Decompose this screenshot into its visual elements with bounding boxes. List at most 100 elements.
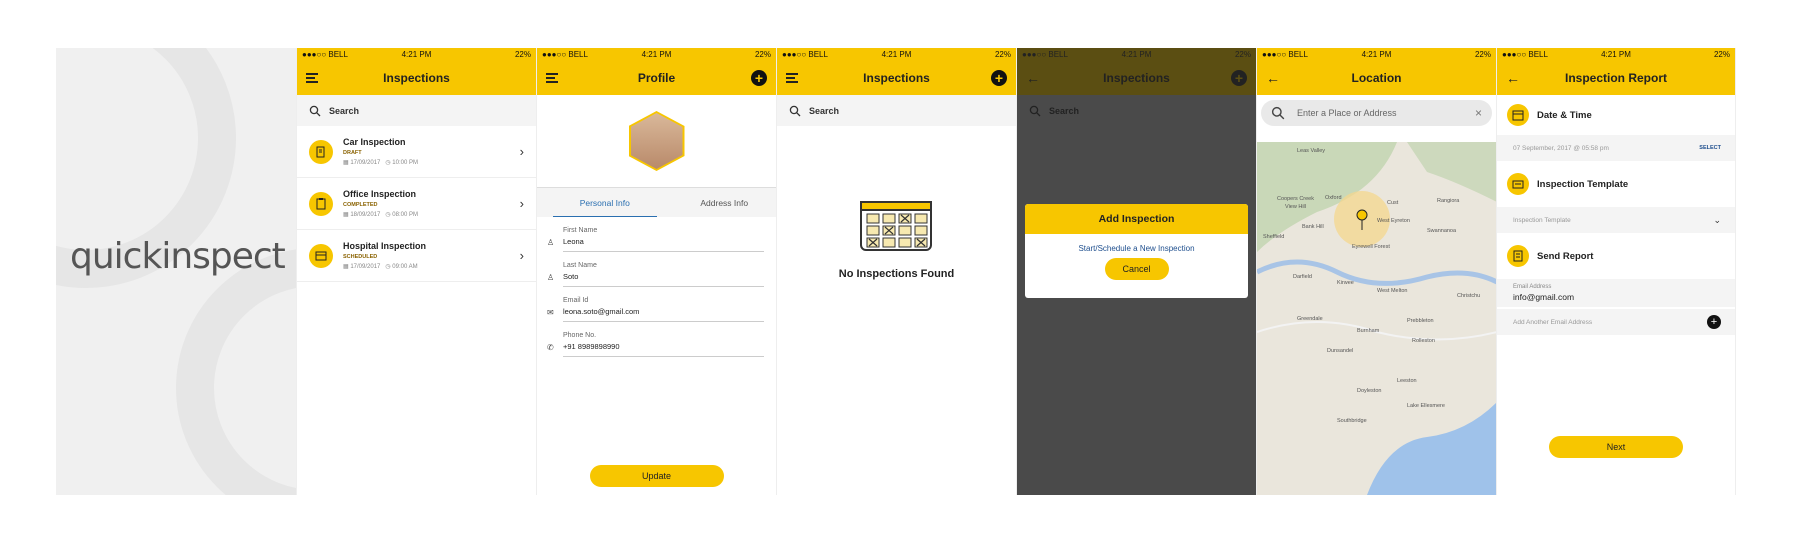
page-title: Inspection Report: [1564, 71, 1667, 85]
chevron-right-icon: ›: [519, 144, 524, 159]
search-icon: [789, 105, 801, 116]
header: ← Inspection Report: [1497, 61, 1735, 95]
map-label: Dunsandel: [1327, 348, 1353, 354]
map-label: Bank Hill: [1302, 224, 1324, 230]
map-label: Darfield: [1293, 274, 1312, 280]
email-field[interactable]: ✉ Email Id leona.soto@gmail.com: [537, 287, 776, 322]
search-input[interactable]: Search: [1017, 95, 1256, 126]
add-inspection-modal-screen: ●●●○○ BELL 4:21 PM 22% ← Inspections + Sea…: [1016, 48, 1256, 495]
menu-icon[interactable]: [306, 70, 322, 86]
header: Inspections: [297, 61, 536, 95]
map-label: Doyleston: [1357, 388, 1381, 394]
search-icon: [1029, 105, 1041, 116]
page-title: Inspections: [1103, 71, 1170, 85]
mail-icon: ✉: [547, 308, 554, 317]
calendar-icon: [1507, 104, 1529, 126]
header: Inspections +: [777, 61, 1016, 95]
last-name-field[interactable]: ♙ Last Name Soto: [537, 252, 776, 287]
header: ← Location: [1257, 61, 1496, 95]
page-title: Inspections: [863, 71, 930, 85]
search-input[interactable]: Search: [777, 95, 1016, 126]
map-label: Swannanoa: [1427, 228, 1457, 234]
avatar[interactable]: [537, 95, 776, 187]
add-email-row[interactable]: Add Another Email Address +: [1497, 309, 1735, 335]
search-icon: [309, 105, 321, 116]
start-inspection-link[interactable]: Start/Schedule a New Inspection: [1025, 244, 1248, 253]
map-label: Lake Ellesmere: [1407, 403, 1445, 409]
add-icon[interactable]: +: [1707, 315, 1721, 329]
map-view[interactable]: Leas Valley Coopers Creek View Hill Oxfo…: [1257, 142, 1496, 495]
inspection-template-select[interactable]: Inspection Template ⌄: [1497, 207, 1735, 233]
office-inspection-icon: [309, 191, 333, 216]
splash-logo-panel: quickinspect: [56, 48, 296, 495]
background-swirl: [176, 248, 296, 495]
template-icon: [1507, 173, 1529, 195]
next-button[interactable]: Next: [1549, 436, 1683, 458]
chevron-down-icon: ⌄: [1713, 214, 1721, 225]
phone-icon: ✆: [547, 343, 554, 352]
status-bar: ●●●○○ BELL 4:21 PM 22%: [777, 48, 1016, 61]
empty-inspections-screen: ●●●○○ BELL 4:21 PM 22% Inspections + Searc…: [776, 48, 1016, 495]
back-arrow-icon[interactable]: ←: [1506, 70, 1522, 86]
tab-address-info[interactable]: Address Info: [673, 188, 777, 217]
list-item[interactable]: Office Inspection COMPLETED ▦ 18/09/2017…: [297, 178, 536, 230]
place-search-input[interactable]: Enter a Place or Address ×: [1261, 100, 1492, 126]
date-time-section: Date & Time: [1497, 95, 1735, 135]
menu-icon[interactable]: [786, 70, 802, 86]
date-value-row[interactable]: 07 September, 2017 @ 05:58 pm SELECT: [1497, 135, 1735, 161]
status-bar: ●●●○○ BELL 4:21 PM 22%: [1017, 48, 1256, 61]
email-field[interactable]: Email Address info@gmail.com: [1497, 279, 1735, 307]
add-icon[interactable]: +: [991, 70, 1007, 86]
status-bar: ●●●○○ BELL 4:21 PM 22%: [537, 48, 776, 61]
clear-icon[interactable]: ×: [1475, 106, 1482, 120]
status-bar: ●●●○○ BELL 4:21 PM 22%: [1257, 48, 1496, 61]
search-input[interactable]: Search: [297, 95, 536, 126]
map-label: Burnham: [1357, 328, 1380, 334]
add-icon[interactable]: +: [751, 70, 767, 86]
cancel-button[interactable]: Cancel: [1104, 258, 1169, 280]
inspection-report-screen: ●●●○○ BELL 4:21 PM 22% ← Inspection Report…: [1496, 48, 1736, 495]
map-label: Oxford: [1325, 195, 1342, 201]
map-label: Cust: [1387, 200, 1399, 206]
map-label: Coopers Creek: [1277, 196, 1314, 202]
map-label: Prebbleton: [1407, 318, 1434, 324]
inspections-screen: ●●●○○ BELL 4:21 PM 22% Inspections Search …: [296, 48, 536, 495]
list-item[interactable]: Car Inspection DRAFT ▦ 17/09/2017 ◷ 10:0…: [297, 126, 536, 178]
update-button[interactable]: Update: [589, 465, 724, 487]
first-name-field[interactable]: ♙ First Name Leona: [537, 217, 776, 252]
add-icon[interactable]: +: [1231, 70, 1247, 86]
report-icon: [1507, 245, 1529, 267]
header: ← Inspections +: [1017, 61, 1256, 95]
select-date-link[interactable]: SELECT: [1699, 145, 1721, 151]
car-inspection-icon: [309, 139, 333, 164]
profile-screen: ●●●○○ BELL 4:21 PM 22% Profile + Personal …: [536, 48, 776, 495]
chevron-right-icon: ›: [519, 196, 524, 211]
map-label: Southbridge: [1337, 418, 1367, 424]
status-bar: ●●●○○ BELL 4:21 PM 22%: [297, 48, 536, 61]
add-inspection-dialog: Add Inspection Start/Schedule a New Insp…: [1025, 204, 1248, 298]
tab-personal-info[interactable]: Personal Info: [553, 188, 657, 217]
quickinspect-logo: quickinspect: [70, 236, 286, 277]
empty-state-text: No Inspections Found: [838, 268, 955, 280]
page-title: Profile: [637, 71, 676, 85]
status-bar: ●●●○○ BELL 4:21 PM 22%: [1497, 48, 1735, 61]
map-label: Rolleston: [1412, 338, 1435, 344]
hospital-inspection-icon: [309, 243, 333, 268]
back-arrow-icon[interactable]: ←: [1266, 70, 1282, 86]
map-label: Leeston: [1397, 378, 1417, 384]
user-icon: ♙: [547, 273, 555, 282]
send-report-section: Send Report: [1497, 233, 1735, 279]
menu-icon[interactable]: [546, 70, 562, 86]
location-screen: ●●●○○ BELL 4:21 PM 22% ← Location Enter a …: [1256, 48, 1496, 495]
search-icon: [1271, 106, 1285, 120]
map-canvas: Leas Valley Coopers Creek View Hill Oxfo…: [1257, 142, 1496, 495]
back-arrow-icon[interactable]: ←: [1026, 70, 1042, 86]
phone-field[interactable]: ✆ Phone No. +91 8989898990: [537, 322, 776, 357]
list-item[interactable]: Hospital Inspection SCHEDULED ▦ 17/09/20…: [297, 230, 536, 282]
map-label: Rangiora: [1437, 198, 1460, 204]
page-title: Location: [1351, 71, 1402, 85]
dialog-title: Add Inspection: [1025, 204, 1248, 234]
map-label: Sheffield: [1263, 234, 1284, 240]
map-label: Greendale: [1297, 316, 1323, 322]
map-label: Eyrewell Forest: [1352, 244, 1390, 250]
